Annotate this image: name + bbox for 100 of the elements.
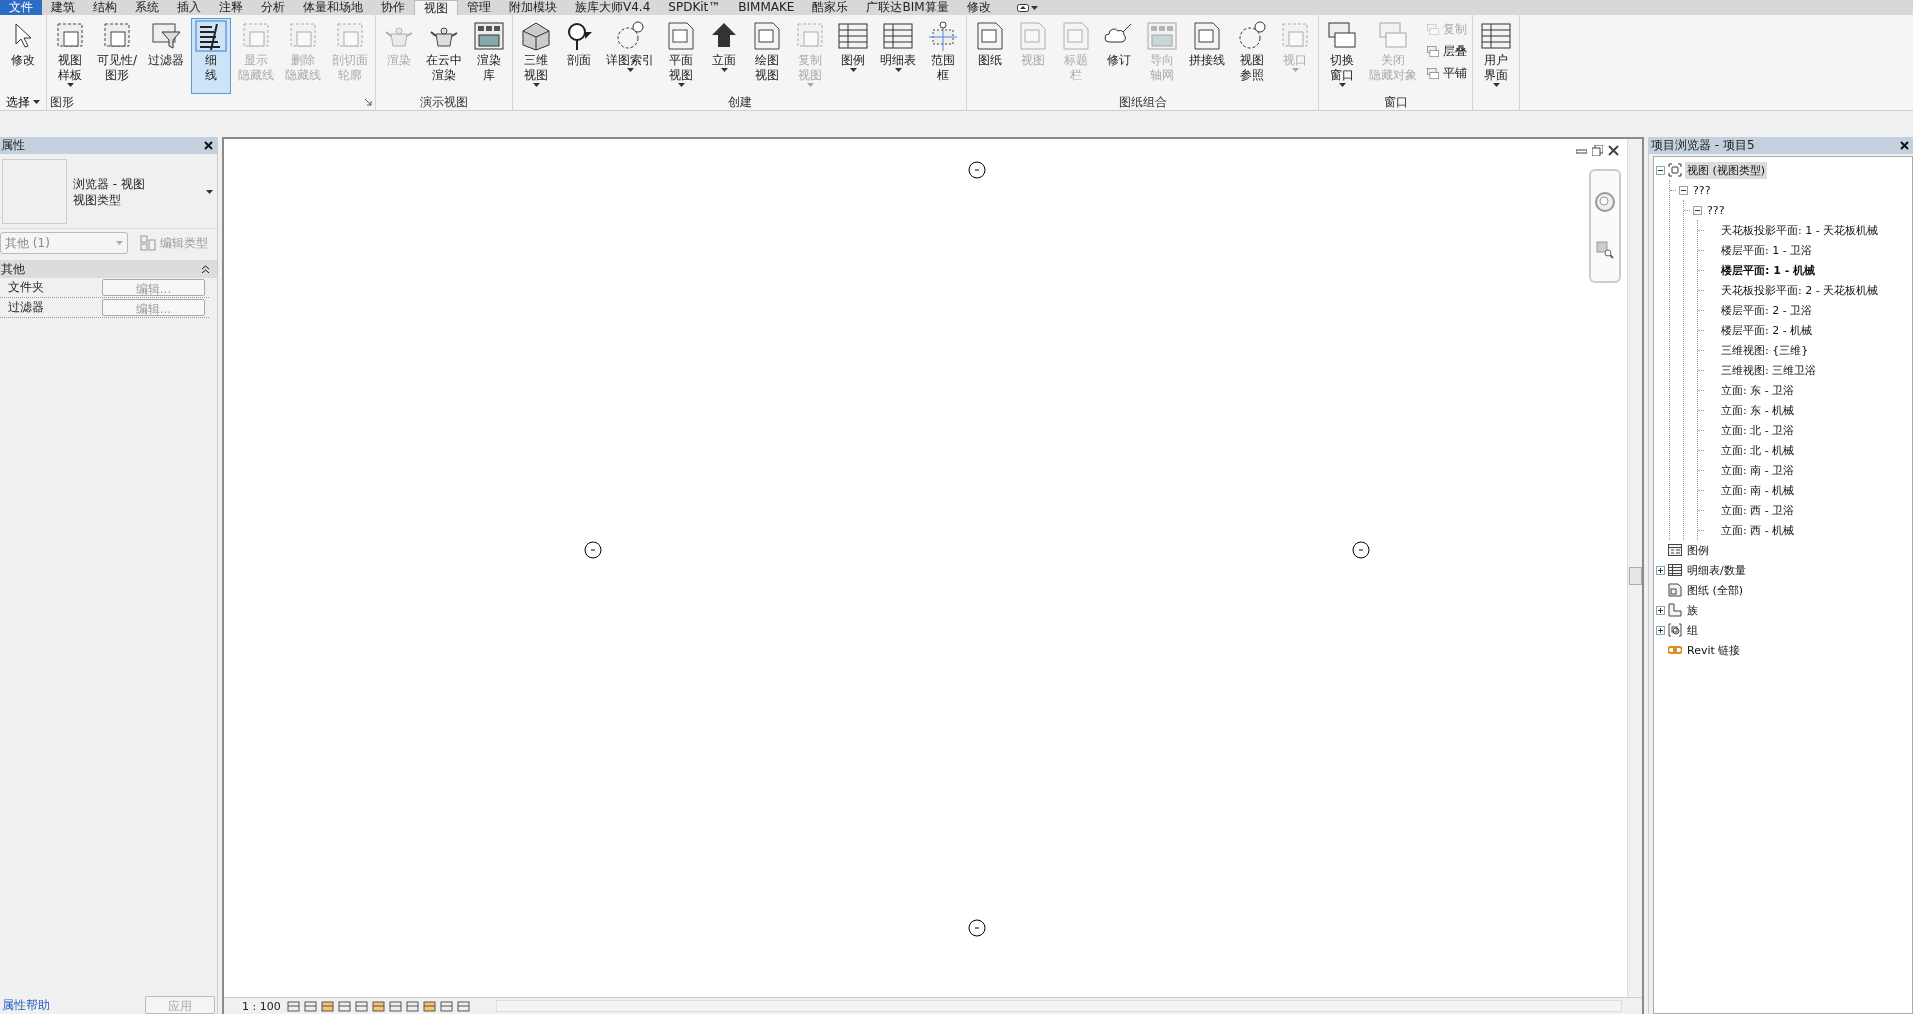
- ribbon-tab[interactable]: 建筑: [42, 0, 84, 15]
- tree-item[interactable]: 立面: 北 - 卫浴: [1719, 421, 1797, 439]
- ribbon-tab[interactable]: 系统: [126, 0, 168, 15]
- ribbon-button[interactable]: 可见性/ 图形: [93, 18, 142, 94]
- ribbon-button[interactable]: 过滤器: [144, 18, 189, 94]
- windows-icon: [1426, 66, 1441, 81]
- dialog-launcher-icon[interactable]: [365, 98, 373, 106]
- tree-item[interactable]: 立面: 西 - 卫浴: [1719, 501, 1797, 519]
- tree-item[interactable]: 图例: [1685, 541, 1711, 559]
- ribbon-button[interactable]: 平面 视图: [661, 18, 702, 94]
- collapse-icon[interactable]: [202, 265, 209, 273]
- vertical-scrollbar[interactable]: [1627, 139, 1642, 997]
- tree-item[interactable]: 楼层平面: 1 - 机械: [1719, 261, 1818, 279]
- view-scale[interactable]: 1 : 100: [242, 999, 281, 1013]
- windows-icon: [1426, 44, 1441, 59]
- ribbon-tab[interactable]: 协作: [372, 0, 414, 15]
- ribbon-tab[interactable]: 族库大师V4.4: [566, 0, 660, 15]
- tree-item[interactable]: 立面: 南 - 卫浴: [1719, 461, 1797, 479]
- property-name: 过滤器: [7, 299, 45, 316]
- house-icon: [520, 20, 553, 52]
- tree-item[interactable]: 立面: 东 - 卫浴: [1719, 381, 1797, 399]
- collapse-icon[interactable]: [1679, 185, 1688, 195]
- ribbon-tab[interactable]: 修改: [957, 0, 1000, 15]
- expand-icon[interactable]: [1656, 605, 1665, 615]
- tree-item[interactable]: 视图 (视图类型): [1685, 161, 1768, 179]
- ribbon-button[interactable]: 渲染 库: [469, 18, 510, 94]
- close-icon[interactable]: [1608, 145, 1619, 156]
- ribbon-button[interactable]: 范围 框: [923, 18, 964, 94]
- ribbon-button[interactable]: 修订: [1099, 18, 1140, 94]
- ribbon-button[interactable]: 层叠: [1424, 42, 1470, 61]
- expand-icon[interactable]: [1656, 625, 1665, 635]
- ribbon-tab[interactable]: SPDKit™: [659, 0, 730, 15]
- ribbon-button[interactable]: 立面: [704, 18, 745, 94]
- ribbon-button[interactable]: 明细表: [876, 18, 921, 94]
- caret-icon: [626, 68, 634, 72]
- tree-item[interactable]: 组: [1685, 621, 1700, 639]
- ribbon-button[interactable]: 修改: [3, 18, 43, 94]
- ribbon-button[interactable]: 切换 窗口: [1322, 18, 1363, 94]
- ribbon-tab[interactable]: 插入: [168, 0, 210, 15]
- gallery-icon: [1146, 20, 1179, 52]
- navigation-bar[interactable]: [1589, 169, 1621, 283]
- group-title: 图纸组合: [1118, 93, 1167, 111]
- tree-item[interactable]: 立面: 东 - 机械: [1719, 401, 1797, 419]
- ribbon-button[interactable]: 视图 样板: [50, 18, 90, 94]
- ribbon-tab[interactable]: BIMMAKE: [729, 0, 804, 15]
- ribbon-button[interactable]: 图纸: [970, 18, 1011, 94]
- tree-item[interactable]: 天花板投影平面: 1 - 天花板机械: [1719, 221, 1881, 239]
- ribbon-tab[interactable]: 注释: [210, 0, 252, 15]
- ribbon-button[interactable]: 用户 界面: [1476, 18, 1517, 94]
- tree-item[interactable]: ???: [1705, 202, 1727, 218]
- tree-item[interactable]: 楼层平面: 1 - 卫浴: [1719, 241, 1815, 259]
- ribbon-button[interactable]: 细 线: [191, 18, 232, 94]
- ribbon-tab[interactable]: 视图: [414, 0, 458, 15]
- ribbon-button[interactable]: 三维 视图: [516, 18, 557, 94]
- chain-link-icon: [1668, 643, 1682, 657]
- family-icon: [1668, 603, 1682, 617]
- ribbon-button[interactable]: 详图索引: [602, 18, 659, 94]
- type-selector[interactable]: 浏览器 - 视图 视图类型: [0, 155, 217, 229]
- collapse-icon[interactable]: [1693, 205, 1702, 215]
- ribbon-button[interactable]: 图例: [833, 18, 874, 94]
- close-icon[interactable]: [204, 141, 213, 150]
- tree-item[interactable]: 立面: 南 - 机械: [1719, 481, 1797, 499]
- ribbon-tab[interactable]: 管理: [458, 0, 500, 15]
- tree-item[interactable]: 楼层平面: 2 - 卫浴: [1719, 301, 1815, 319]
- restore-icon[interactable]: [1592, 145, 1603, 156]
- ribbon-button[interactable]: 拼接线: [1185, 18, 1230, 94]
- ribbon-button[interactable]: 绘图 视图: [747, 18, 788, 94]
- caret-icon: [720, 68, 728, 72]
- help-link[interactable]: 属性帮助: [2, 997, 50, 1014]
- expand-icon[interactable]: [1656, 565, 1665, 575]
- tree-item[interactable]: 立面: 北 - 机械: [1719, 441, 1797, 459]
- ribbon-tab[interactable]: 附加模块: [500, 0, 566, 15]
- ribbon-tab[interactable]: 广联达BIM算量: [857, 0, 958, 15]
- zoom-icon: [1596, 241, 1614, 259]
- tree-item[interactable]: 三维视图: {三维}: [1719, 341, 1811, 359]
- ribbon-button[interactable]: 在云中 渲染: [422, 18, 467, 94]
- tree-item[interactable]: ???: [1691, 182, 1713, 198]
- caret-icon: [1291, 68, 1299, 72]
- ribbon-button[interactable]: 视图 参照: [1232, 18, 1273, 94]
- select-menu[interactable]: 选择: [6, 93, 40, 111]
- tree-item[interactable]: 楼层平面: 2 - 机械: [1719, 321, 1815, 339]
- ribbon-tab[interactable]: 结构: [84, 0, 126, 15]
- ribbon-tab[interactable]: 酷家乐: [803, 0, 858, 15]
- gallery-icon: [473, 20, 506, 52]
- collapse-icon[interactable]: [1656, 165, 1665, 175]
- tree-item[interactable]: Revit 链接: [1685, 641, 1743, 659]
- tree-item[interactable]: 三维视图: 三维卫浴: [1719, 361, 1819, 379]
- tree-item[interactable]: 天花板投影平面: 2 - 天花板机械: [1719, 281, 1881, 299]
- tree-item[interactable]: 立面: 西 - 机械: [1719, 521, 1797, 539]
- file-menu[interactable]: 文件: [0, 0, 42, 15]
- ribbon-button[interactable]: 平铺: [1424, 64, 1470, 83]
- close-icon[interactable]: [1900, 141, 1909, 150]
- tree-item[interactable]: 图纸 (全部): [1685, 581, 1746, 599]
- ribbon-tab[interactable]: 体量和场地: [294, 0, 372, 15]
- caret-icon: [66, 83, 74, 87]
- ribbon-tab[interactable]: 分析: [252, 0, 294, 15]
- tree-item[interactable]: 族: [1685, 601, 1700, 619]
- legend-icon: [1668, 543, 1682, 557]
- tree-item[interactable]: 明细表/数量: [1685, 561, 1748, 579]
- ribbon-button[interactable]: 剖面: [559, 18, 600, 94]
